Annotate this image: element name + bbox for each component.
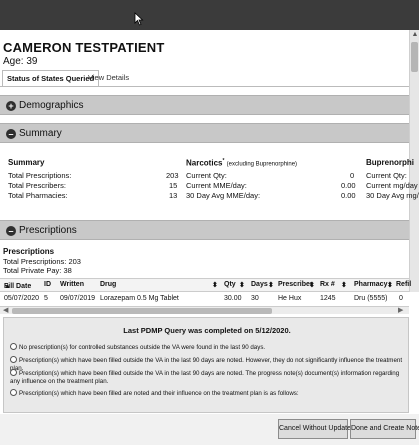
column-header-rx-number[interactable]: Rx # xyxy=(320,281,335,288)
column-menu-icon[interactable]: ⬍ xyxy=(239,281,245,289)
footer-bar: Cancel Without Update Done and Create No… xyxy=(0,414,419,445)
total-prescriptions-label: Total Prescriptions: xyxy=(8,171,72,180)
expand-icon[interactable]: + xyxy=(6,101,16,111)
column-header-drug[interactable]: Drug xyxy=(100,281,116,288)
pdmp-option-4[interactable]: Prescription(s) which have been filled a… xyxy=(10,389,406,398)
done-and-create-note-button[interactable]: Done and Create Note xyxy=(350,419,419,439)
cell-drug: Lorazepam 0.5 Mg Tablet xyxy=(100,295,179,302)
current-qty-value: 0 xyxy=(350,171,355,180)
section-label: Demographics xyxy=(19,100,84,111)
bup-current-qty-label: Current Qty: xyxy=(366,171,407,180)
radio-button[interactable] xyxy=(10,343,17,350)
column-menu-icon[interactable]: ⬍ xyxy=(387,281,393,289)
cell-prescriber: He Hux xyxy=(278,295,302,302)
pdmp-option-1[interactable]: No prescription(s) for controlled substa… xyxy=(10,343,406,352)
cell-qty: 30.00 xyxy=(224,295,242,302)
total-pharmacies-value: 13 xyxy=(169,191,178,200)
column-menu-icon[interactable]: ⬍ xyxy=(268,281,274,289)
prescriptions-table-header: Fill Date ▲ ID Written Drug ⬍ Qty ⬍ Days… xyxy=(0,278,411,292)
cell-fill-date: 05/07/2020 xyxy=(4,295,40,302)
collapse-icon[interactable]: – xyxy=(6,129,16,139)
total-pharmacies-label: Total Pharmacies: xyxy=(8,191,68,200)
radio-button[interactable] xyxy=(10,356,17,363)
current-qty-label: Current Qty: xyxy=(186,171,227,180)
column-menu-icon[interactable]: ⬍ xyxy=(309,281,315,289)
narcotics-heading: Narcotics* (excluding Buprenorphine) xyxy=(186,158,298,168)
column-menu-icon[interactable]: ⬍ xyxy=(212,281,218,289)
section-label: Prescriptions xyxy=(19,225,77,236)
column-header-written[interactable]: Written xyxy=(60,281,84,288)
bup-current-mg-label: Current mg/day xyxy=(366,181,418,190)
total-private-pay-summary: Total Private Pay: 38 xyxy=(3,266,72,275)
tab-bar: Status of States Queried View Details xyxy=(0,70,409,86)
total-prescriptions-summary: Total Prescriptions: 203 xyxy=(3,257,81,266)
column-header-refills[interactable]: Refil xyxy=(396,281,411,288)
tab-divider xyxy=(0,86,409,87)
section-header-demographics[interactable]: + Demographics xyxy=(0,95,409,115)
patient-age: Age: 39 xyxy=(3,56,38,67)
total-prescriptions-value: 203 xyxy=(166,171,179,180)
scroll-up-icon[interactable]: ▲ xyxy=(410,30,419,40)
cell-rx-number: 1245 xyxy=(320,295,336,302)
patient-name: CAMERON TESTPATIENT xyxy=(3,40,165,55)
scrollbar-thumb[interactable] xyxy=(12,308,272,314)
cancel-without-update-button[interactable]: Cancel Without Update xyxy=(278,419,351,439)
cell-days: 30 xyxy=(251,295,259,302)
scrollbar-thumb[interactable] xyxy=(411,42,418,72)
pdmp-option-3[interactable]: Prescription(s) which have been filled o… xyxy=(10,369,406,385)
cell-id: 5 xyxy=(44,295,48,302)
total-prescribers-value: 15 xyxy=(169,181,178,190)
pdmp-query-title: Last PDMP Query was completed on 5/12/20… xyxy=(123,326,291,335)
summary-heading: Summary xyxy=(8,158,45,167)
tab-view-details[interactable]: View Details xyxy=(84,70,133,86)
avg-mme-label: 30 Day Avg MME/day: xyxy=(186,191,261,200)
window-titlebar xyxy=(0,0,419,30)
buprenorphine-heading: Buprenorphi xyxy=(366,158,414,167)
table-row[interactable]: 05/07/2020 5 09/07/2019 Lorazepam 0.5 Mg… xyxy=(0,294,409,306)
prescriptions-heading: Prescriptions xyxy=(3,247,55,256)
radio-button[interactable] xyxy=(10,369,17,376)
column-menu-icon[interactable]: ⬍ xyxy=(341,281,347,289)
cell-refills: 0 xyxy=(399,295,403,302)
current-mme-label: Current MME/day: xyxy=(186,181,247,190)
radio-button[interactable] xyxy=(10,389,17,396)
column-header-id[interactable]: ID xyxy=(44,281,51,288)
scroll-right-icon[interactable]: ▶ xyxy=(398,306,403,314)
total-prescribers-label: Total Prescribers: xyxy=(8,181,66,190)
column-header-qty[interactable]: Qty xyxy=(224,281,236,288)
column-header-prescriber[interactable]: Prescriber xyxy=(278,281,313,288)
pdmp-review-panel: Last PDMP Query was completed on 5/12/20… xyxy=(3,317,409,413)
section-header-prescriptions[interactable]: – Prescriptions xyxy=(0,220,409,240)
section-label: Summary xyxy=(19,128,62,139)
bup-avg-mg-label: 30 Day Avg mg/ xyxy=(366,191,419,200)
column-header-pharmacy[interactable]: Pharmacy xyxy=(354,281,387,288)
scroll-left-icon[interactable]: ◀ xyxy=(3,306,8,314)
current-mme-value: 0.00 xyxy=(341,181,356,190)
mouse-cursor-icon xyxy=(134,12,144,26)
column-header-days[interactable]: Days xyxy=(251,281,268,288)
horizontal-scrollbar[interactable]: ◀ ▶ xyxy=(0,306,409,314)
cell-pharmacy: Dru (5555) xyxy=(354,295,388,302)
section-header-summary[interactable]: – Summary xyxy=(0,123,409,143)
cell-written: 09/07/2019 xyxy=(60,295,96,302)
avg-mme-value: 0.00 xyxy=(341,191,356,200)
collapse-icon[interactable]: – xyxy=(6,226,16,236)
sort-ascending-icon[interactable]: ▲ xyxy=(4,283,11,290)
